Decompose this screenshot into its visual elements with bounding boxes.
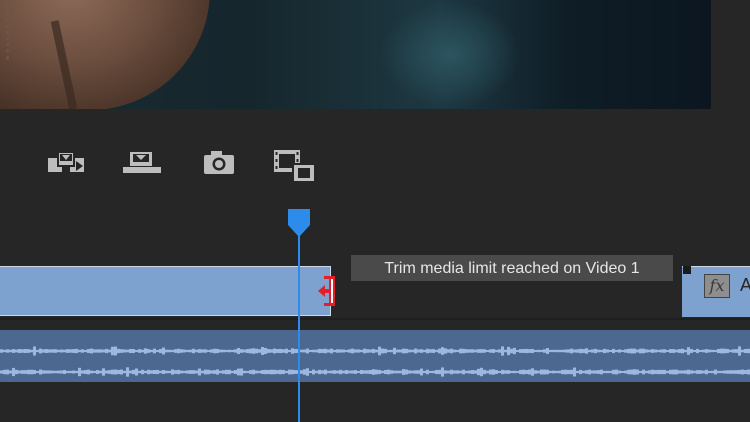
insert-icon [48, 151, 84, 172]
jacket-zipper [6, 0, 31, 60]
export-frame-icon [204, 151, 234, 174]
compare-view-icon [274, 150, 316, 183]
audio-track[interactable] [0, 330, 750, 382]
audio-waveform [0, 330, 750, 382]
overwrite-button[interactable] [121, 146, 165, 186]
export-frame-button[interactable] [198, 146, 242, 186]
subject-jacket [0, 0, 210, 109]
trim-limit-tooltip: Trim media limit reached on Video 1 [351, 255, 673, 281]
tooltip-tail [683, 266, 691, 274]
fx-badge: fx [704, 274, 730, 298]
playhead-line [298, 232, 300, 422]
insert-button[interactable] [45, 146, 89, 186]
clip-name-label: A [740, 275, 750, 295]
background-light [380, 0, 520, 109]
program-monitor-preview [0, 0, 711, 109]
video-clip[interactable] [0, 266, 331, 316]
compare-view-button[interactable] [271, 146, 316, 186]
monitor-button-bar [0, 140, 750, 186]
overwrite-icon [123, 152, 161, 173]
trim-cursor-icon [318, 276, 335, 306]
track-divider [0, 318, 750, 320]
